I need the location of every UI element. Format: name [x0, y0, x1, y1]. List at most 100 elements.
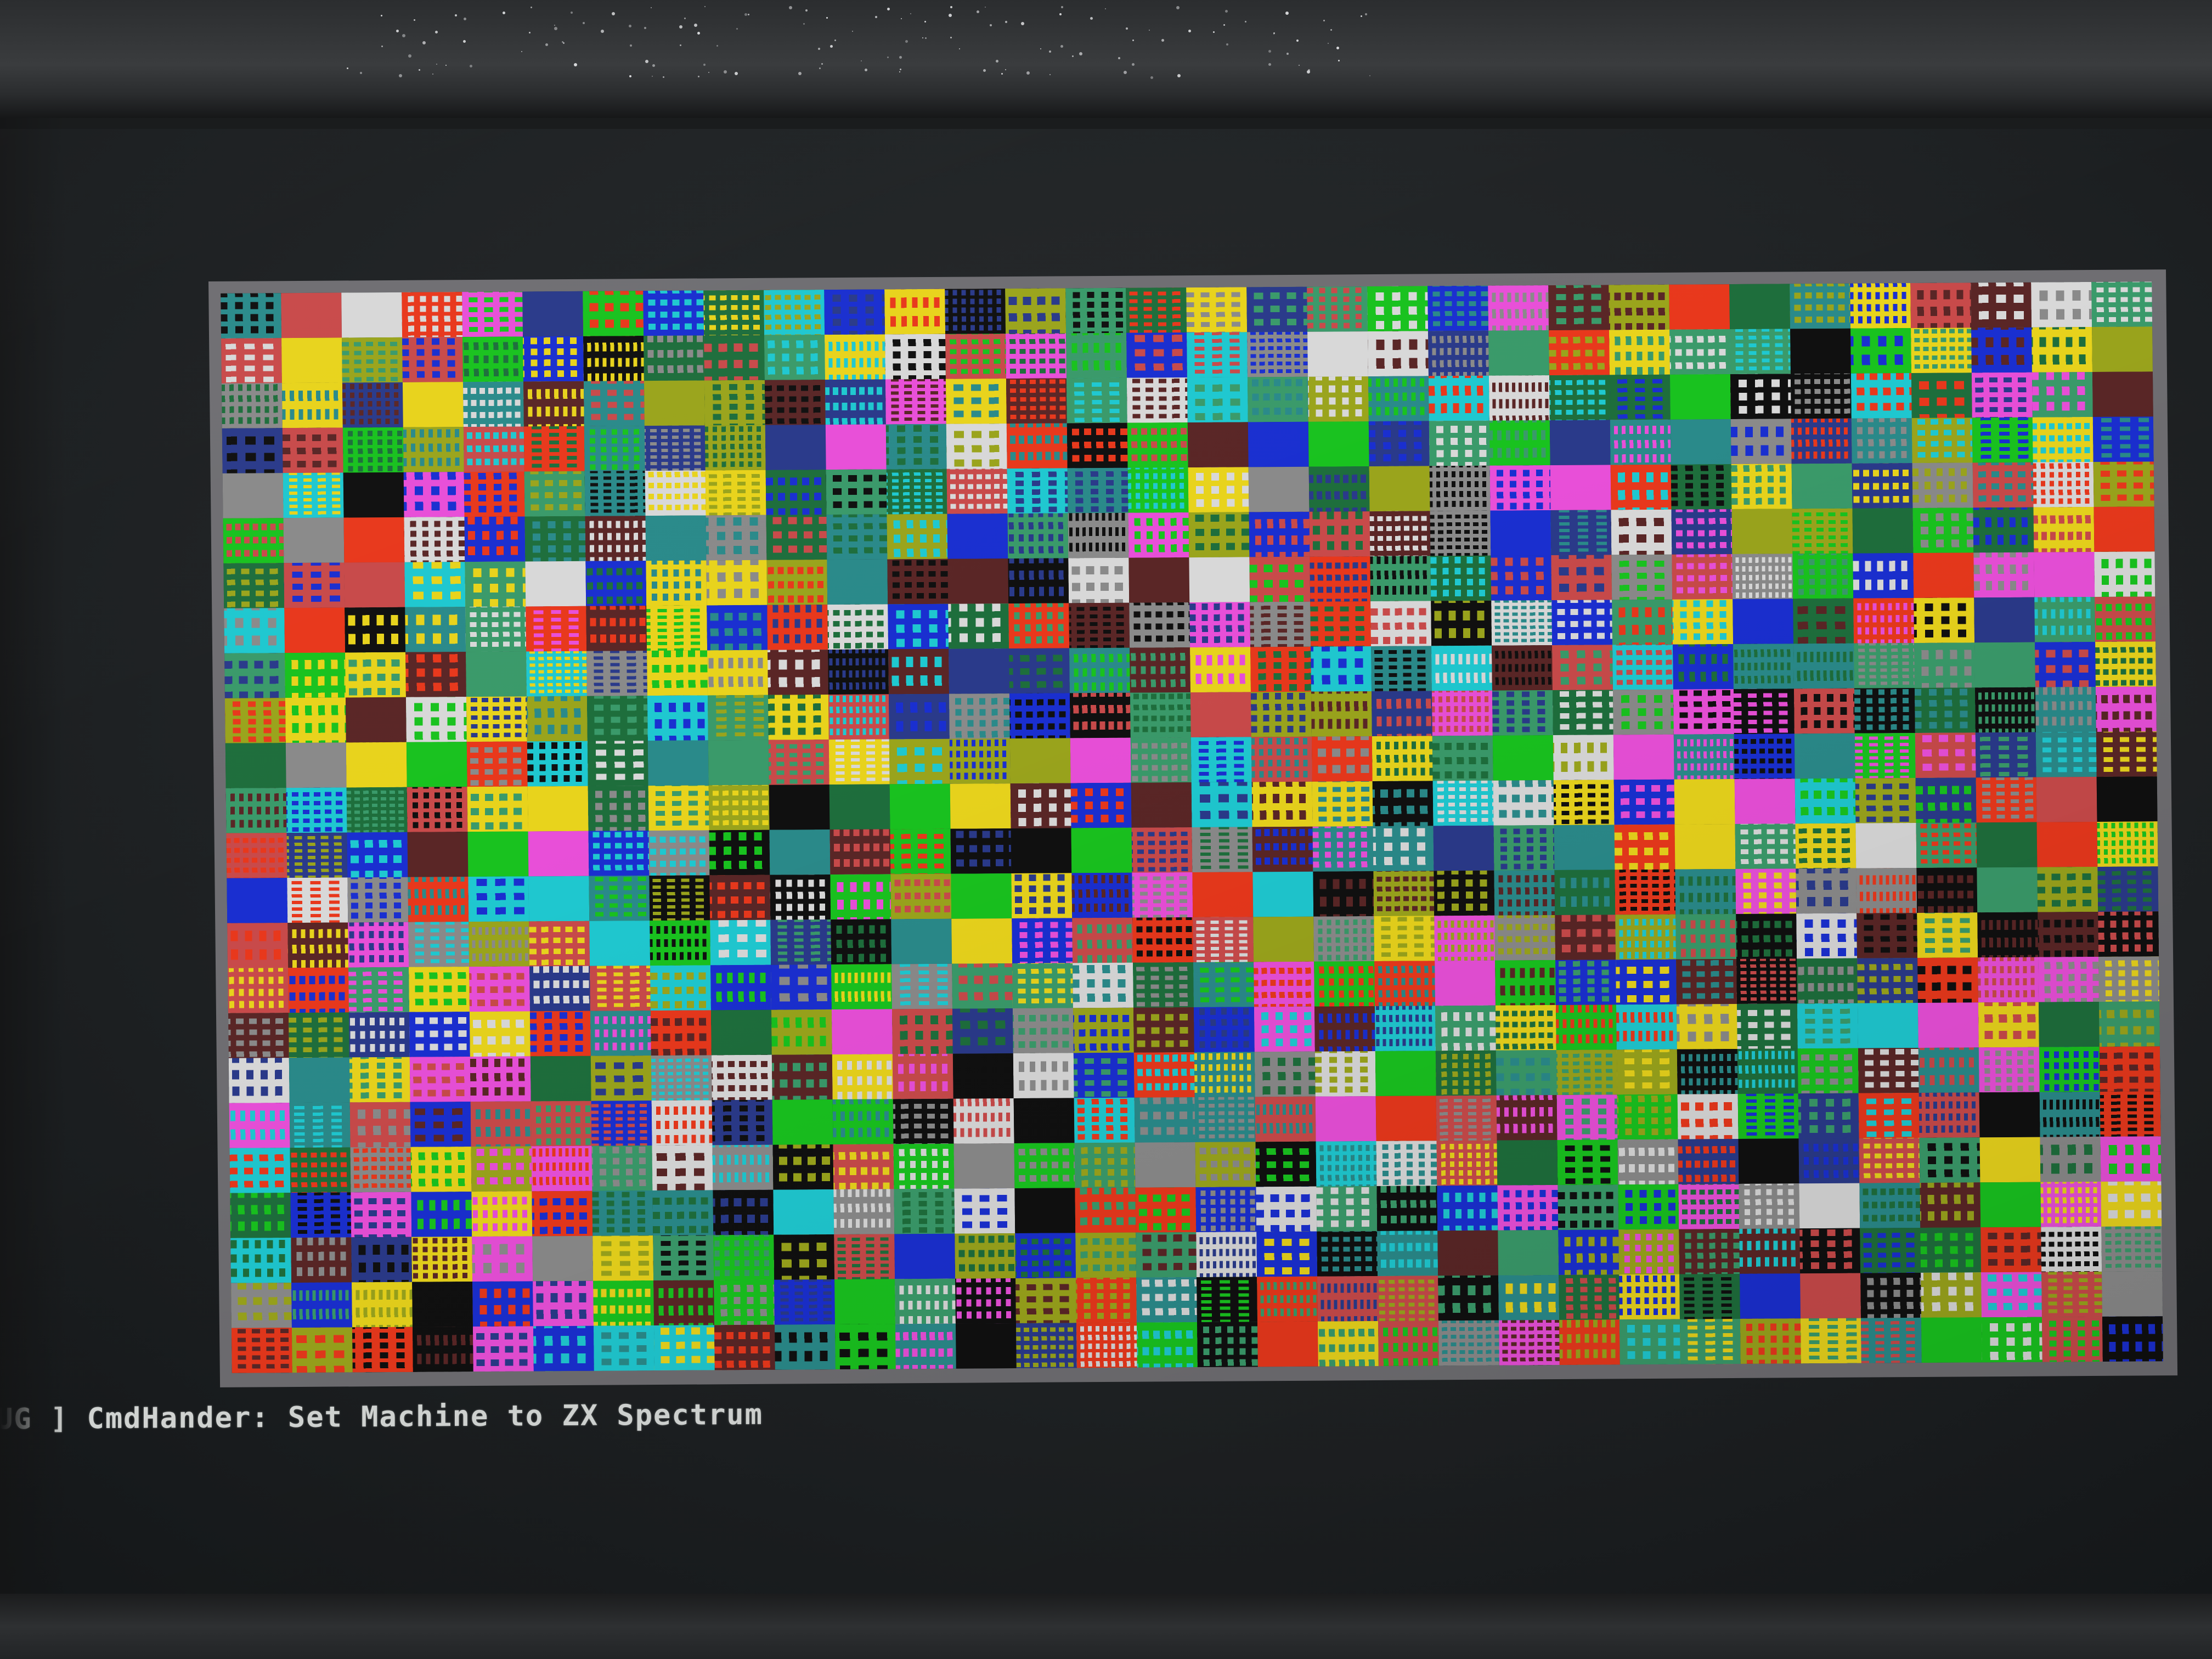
- attribute-cell: [710, 919, 771, 966]
- attribute-cell: [2033, 462, 2094, 507]
- attribute-cell: [472, 1326, 534, 1372]
- attribute-cell: [1792, 508, 1853, 554]
- attribute-cell: [772, 1144, 834, 1190]
- attribute-cell: [1851, 418, 1912, 464]
- attribute-cell: [1733, 644, 1794, 690]
- dust-speck: [805, 9, 808, 12]
- dust-speck: [977, 10, 980, 13]
- attribute-cell: [894, 1188, 955, 1234]
- attribute-cell: [1612, 644, 1673, 690]
- attribute-cell: [1971, 372, 2033, 418]
- attribute-cell: [1377, 1231, 1438, 1276]
- attribute-cell: [1246, 286, 1308, 332]
- attribute-cell: [1493, 825, 1555, 871]
- attribute-cell: [1556, 1094, 1618, 1140]
- attribute-cell: [1257, 1321, 1318, 1367]
- attribute-cell: [1309, 511, 1370, 557]
- attribute-cell: [590, 1011, 651, 1056]
- attribute-cell: [1619, 1319, 1680, 1365]
- attribute-cell: [342, 382, 403, 428]
- attribute-cell: [470, 1056, 531, 1102]
- dust-speck: [652, 75, 653, 77]
- dust-speck: [922, 37, 924, 38]
- attribute-cell: [527, 786, 589, 832]
- attribute-cell: [227, 878, 288, 923]
- attribute-cell: [1555, 960, 1616, 1005]
- attribute-cell: [587, 741, 648, 786]
- attribute-cell: [231, 1328, 292, 1373]
- attribute-cell: [891, 918, 952, 964]
- attribute-cell: [2033, 507, 2095, 552]
- attribute-cell: [1611, 554, 1673, 600]
- attribute-cell: [2100, 1091, 2161, 1137]
- attribute-cell: [409, 967, 470, 1012]
- attribute-cell: [1852, 463, 1913, 509]
- dust-speck: [432, 73, 433, 75]
- attribute-cell: [1011, 873, 1073, 919]
- attribute-cell: [2102, 1271, 2163, 1317]
- attribute-cell: [2096, 776, 2158, 822]
- dust-speck: [1150, 76, 1154, 79]
- attribute-cell: [224, 653, 285, 698]
- attribute-cell: [2035, 731, 2097, 777]
- attribute-cell: [471, 1146, 532, 1192]
- attribute-cell: [1438, 1320, 1499, 1366]
- attribute-cell: [1858, 1047, 1919, 1093]
- attribute-cell: [343, 472, 404, 518]
- attribute-cell: [1917, 957, 1978, 1003]
- attribute-cell: [1069, 647, 1130, 693]
- dust-speck: [1161, 39, 1164, 42]
- attribute-cell: [1193, 962, 1254, 1008]
- attribute-cell: [286, 787, 347, 833]
- attribute-cell: [1730, 329, 1791, 375]
- dust-speck: [1364, 13, 1367, 15]
- attribute-cell: [1073, 962, 1133, 1008]
- attribute-cell: [1860, 1227, 1921, 1273]
- attribute-cell: [348, 1012, 410, 1058]
- attribute-cell: [222, 473, 284, 518]
- dust-speck: [645, 60, 648, 64]
- attribute-cell: [1618, 1184, 1679, 1230]
- attribute-cell: [2038, 956, 2099, 1002]
- dust-speck: [463, 40, 466, 43]
- attribute-cell: [885, 424, 947, 470]
- attribute-cell: [1797, 1003, 1858, 1049]
- attribute-cell: [706, 560, 768, 606]
- attribute-cell: [1616, 1004, 1677, 1050]
- dust-speck: [1040, 48, 1042, 50]
- attribute-cell: [469, 921, 530, 967]
- attribute-cell: [404, 517, 465, 562]
- attribute-cell: [1429, 465, 1491, 511]
- dust-speck: [582, 22, 585, 25]
- attribute-cell: [289, 1057, 350, 1103]
- attribute-cell: [412, 1327, 473, 1372]
- dust-speck: [530, 6, 532, 8]
- attribute-cell: [2036, 821, 2098, 867]
- attribute-cell: [352, 1282, 413, 1328]
- attribute-cell: [467, 786, 528, 832]
- attribute-cell: [1436, 1095, 1497, 1141]
- dust-speck: [1071, 55, 1074, 57]
- dust-speck: [1273, 32, 1276, 35]
- attribute-cell: [1254, 961, 1314, 1007]
- dust-speck: [652, 64, 656, 67]
- attribute-cell: [647, 650, 708, 696]
- dust-speck: [1123, 70, 1127, 74]
- dust-speck: [630, 44, 633, 47]
- dust-speck: [1125, 27, 1128, 30]
- attribute-cell: [1797, 958, 1858, 1004]
- attribute-cell: [1437, 1185, 1498, 1231]
- attribute-cell: [533, 1325, 594, 1372]
- attribute-cell: [1549, 375, 1610, 421]
- dust-speck: [1330, 29, 1333, 31]
- attribute-cell: [1800, 1273, 1861, 1319]
- attribute-cell: [1800, 1318, 1861, 1364]
- attribute-cell: [290, 1147, 351, 1193]
- attribute-cell: [1378, 1321, 1439, 1366]
- attribute-cell: [1548, 285, 1610, 331]
- attribute-cell: [585, 561, 647, 606]
- attribute-cell: [1981, 1272, 2042, 1318]
- attribute-cell: [2037, 866, 2098, 912]
- attribute-cell: [708, 785, 770, 831]
- attribute-cell: [1734, 778, 1796, 825]
